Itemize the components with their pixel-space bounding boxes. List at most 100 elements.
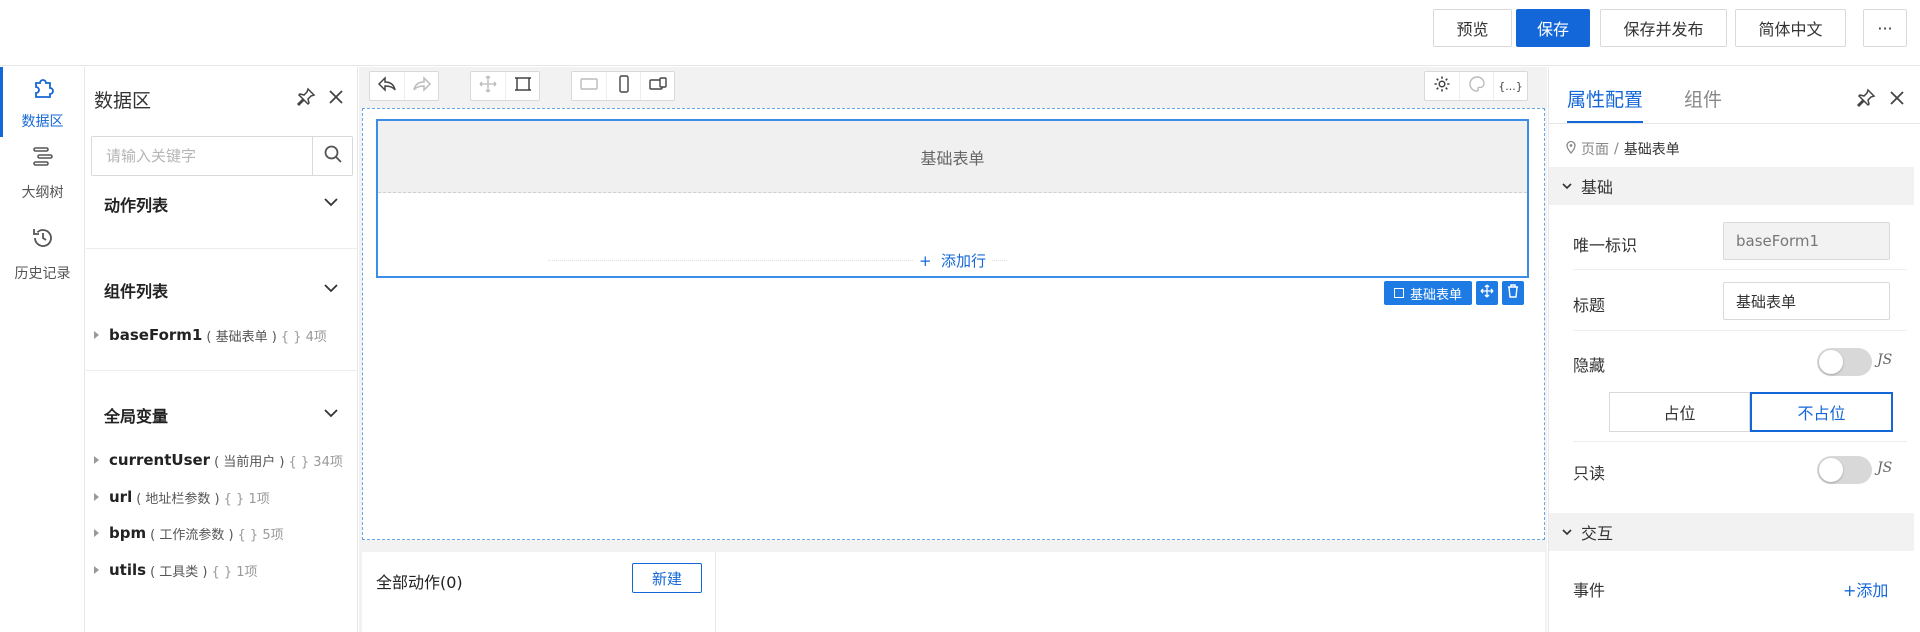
- add-row-button[interactable]: + 添加行: [378, 249, 1527, 271]
- save-publish-button[interactable]: 保存并发布: [1600, 9, 1727, 47]
- form-title: 基础表单: [378, 121, 1527, 193]
- selected-component-label: 基础表单: [1409, 287, 1462, 303]
- divider: [86, 370, 358, 371]
- tree-item-desc: ( 工作流参数 ): [150, 527, 234, 543]
- section-components[interactable]: 组件列表: [86, 270, 358, 310]
- tree-item-bpm[interactable]: bpm ( 工作流参数 ) { } 5项: [94, 521, 284, 545]
- selected-component-tag[interactable]: 基础表单: [1384, 281, 1472, 305]
- base-form[interactable]: 基础表单 + 添加行: [376, 119, 1529, 278]
- divider: [1573, 330, 1907, 331]
- pin-icon[interactable]: [296, 87, 316, 111]
- rail-item-outline[interactable]: 大纲树: [0, 138, 85, 208]
- prop-hidden: 隐藏 JS: [1573, 342, 1907, 382]
- tree-item-desc: ( 地址栏参数 ): [136, 491, 220, 507]
- expand-caret-icon[interactable]: [94, 493, 99, 501]
- code-button[interactable]: {...}: [1493, 72, 1527, 100]
- settings-button[interactable]: [1425, 72, 1459, 100]
- section-globals-label: 全局变量: [104, 407, 169, 426]
- hidden-label: 隐藏: [1573, 356, 1606, 375]
- desktop-icon: [580, 76, 598, 96]
- language-button[interactable]: 简体中文: [1735, 9, 1846, 47]
- tree-item-count: { } 34项: [288, 454, 343, 470]
- tab-divider: [1549, 123, 1920, 124]
- close-icon[interactable]: [1887, 88, 1907, 112]
- hidden-toggle[interactable]: [1817, 348, 1872, 376]
- mobile-view-button[interactable]: [606, 72, 640, 100]
- actions-list-pane: 全部动作(0) 新建: [362, 552, 716, 632]
- tree-item-url[interactable]: url ( 地址栏参数 ) { } 1项: [94, 485, 270, 509]
- search-box: [91, 136, 353, 176]
- breadcrumb-page[interactable]: 页面: [1581, 139, 1609, 159]
- hidden-js-toggle[interactable]: JS: [1877, 352, 1892, 368]
- group-basic[interactable]: 基础: [1549, 167, 1914, 205]
- drag-handle-button[interactable]: [1476, 281, 1498, 305]
- placeholder-on-option[interactable]: 占位: [1609, 392, 1750, 432]
- tree-item-currentuser[interactable]: currentUser ( 当前用户 ) { } 34项: [94, 448, 343, 472]
- more-button[interactable]: ···: [1863, 9, 1907, 47]
- group-interaction-label: 交互: [1581, 524, 1614, 543]
- redo-icon: [412, 75, 432, 97]
- new-action-button[interactable]: 新建: [632, 563, 702, 593]
- pin-icon[interactable]: [1856, 88, 1876, 112]
- history-tools: [369, 71, 439, 101]
- title-field[interactable]: 基础表单: [1723, 282, 1890, 320]
- expand-caret-icon[interactable]: [94, 331, 99, 339]
- tab-properties[interactable]: 属性配置: [1567, 85, 1644, 123]
- box-select-icon: [514, 75, 532, 97]
- tree-item-utils[interactable]: utils ( 工具类 ) { } 1项: [94, 558, 258, 582]
- save-button[interactable]: 保存: [1516, 9, 1590, 47]
- add-row-label: + 添加行: [912, 249, 993, 271]
- tree-item-desc: ( 基础表单 ): [206, 329, 277, 345]
- placeholder-off-option[interactable]: 不占位: [1750, 392, 1893, 432]
- chevron-down-icon: [1561, 177, 1573, 196]
- section-globals[interactable]: 全局变量: [86, 395, 358, 435]
- mobile-icon: [617, 75, 631, 97]
- expand-caret-icon[interactable]: [94, 529, 99, 537]
- expand-caret-icon[interactable]: [94, 566, 99, 574]
- location-icon: [1565, 140, 1577, 158]
- unique-id-field: baseForm1: [1723, 222, 1890, 260]
- box-select-button[interactable]: [505, 72, 539, 100]
- search-button[interactable]: [312, 137, 352, 175]
- group-interaction[interactable]: 交互: [1549, 513, 1914, 551]
- prop-events: 事件 +添加: [1573, 567, 1907, 607]
- breadcrumb-separator: /: [1614, 141, 1619, 157]
- tree-item-name: utils: [109, 561, 147, 579]
- readonly-toggle[interactable]: [1817, 456, 1872, 484]
- delete-component-button[interactable]: [1502, 281, 1524, 305]
- puzzle-icon: [30, 73, 56, 103]
- data-panel: 数据区 动作列表 组件列表 baseForm1 ( 基础表单 ) { } 4项 …: [86, 67, 358, 632]
- tree-item-baseform1[interactable]: baseForm1 ( 基础表单 ) { } 4项: [94, 323, 327, 347]
- section-actions[interactable]: 动作列表: [86, 184, 358, 224]
- rail-item-data[interactable]: 数据区: [0, 67, 85, 137]
- desktop-view-button[interactable]: [572, 72, 606, 100]
- chevron-down-icon: [321, 278, 341, 302]
- data-panel-title: 数据区: [94, 90, 152, 112]
- add-event-link[interactable]: +添加: [1843, 577, 1888, 601]
- theme-button[interactable]: [1459, 72, 1493, 100]
- expand-caret-icon[interactable]: [94, 456, 99, 464]
- preview-button[interactable]: 预览: [1433, 9, 1512, 47]
- tablet-view-button[interactable]: [640, 72, 674, 100]
- readonly-js-toggle[interactable]: JS: [1877, 460, 1892, 476]
- close-icon[interactable]: [326, 87, 346, 111]
- undo-button[interactable]: [370, 72, 404, 100]
- tab-components[interactable]: 组件: [1684, 85, 1722, 112]
- search-input[interactable]: [92, 137, 312, 175]
- divider: [1573, 441, 1907, 442]
- tree-item-count: { } 1项: [211, 564, 258, 580]
- chevron-down-icon: [321, 403, 341, 427]
- search-icon: [323, 144, 343, 168]
- tree-item-count: { } 4项: [280, 329, 327, 345]
- rail-item-history[interactable]: 历史记录: [0, 219, 85, 289]
- divider: [86, 248, 358, 249]
- move-tool-button[interactable]: [471, 72, 505, 100]
- move-icon: [479, 75, 497, 97]
- select-tools: [470, 71, 540, 101]
- prop-unique-id: 唯一标识 baseForm1: [1573, 222, 1907, 262]
- redo-button[interactable]: [404, 72, 438, 100]
- top-toolbar: 预览 保存 保存并发布 简体中文 ···: [0, 0, 1920, 66]
- design-canvas[interactable]: 基础表单 + 添加行 基础表单: [362, 108, 1545, 540]
- placeholder-segmented: 占位 不占位: [1609, 392, 1893, 432]
- chevron-down-icon: [321, 192, 341, 216]
